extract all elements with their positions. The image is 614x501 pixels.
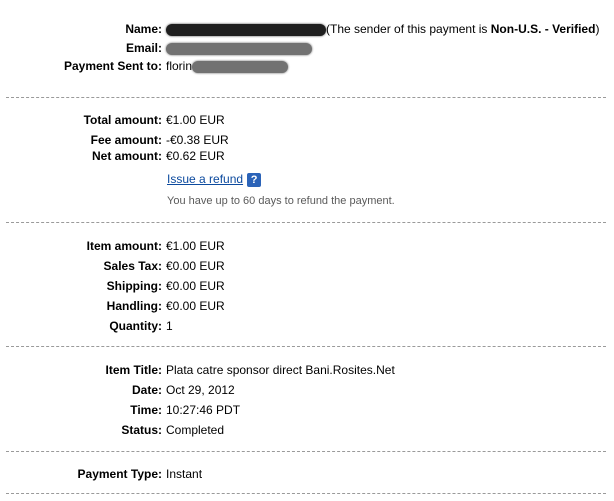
item-title-label: Item Title: (105, 363, 162, 377)
sender-name-value: (The sender of this payment is Non-U.S. … (166, 20, 599, 38)
handling-value: €0.00 EUR (166, 299, 225, 313)
total-amount-value: €1.00 EUR (166, 113, 225, 127)
quantity-label: Quantity: (109, 319, 162, 333)
payment-sent-to-row: Payment Sent to: florin (0, 57, 614, 75)
date-row: Date: Oct 29, 2012 (0, 381, 614, 399)
sender-email-row: Email: (0, 39, 614, 57)
item-amount-value: €1.00 EUR (166, 239, 225, 253)
email-label: Email: (125, 41, 162, 55)
redacted-email-scribble (166, 42, 312, 55)
time-value: 10:27:46 PDT (166, 403, 241, 417)
section-divider (6, 222, 606, 223)
sender-email-value (166, 39, 312, 57)
section-divider (6, 97, 606, 98)
redacted-recipient-scribble (192, 60, 289, 73)
sales-tax-row: Sales Tax: €0.00 EUR (0, 257, 614, 275)
status-row: Status: Completed (0, 421, 614, 439)
payment-type-label: Payment Type: (77, 467, 162, 481)
section-divider (6, 493, 606, 494)
time-label: Time: (130, 403, 162, 417)
issue-refund-link[interactable]: Issue a refund (167, 172, 243, 186)
shipping-row: Shipping: €0.00 EUR (0, 277, 614, 295)
payment-sent-to-label: Payment Sent to: (63, 59, 162, 73)
refund-row: Issue a refund? (0, 170, 614, 188)
refund-note: You have up to 60 days to refund the pay… (167, 195, 395, 207)
net-amount-value: €0.62 EUR (166, 149, 225, 163)
date-value: Oct 29, 2012 (166, 383, 235, 397)
sender-note-suffix: ) (595, 22, 600, 36)
item-title-value: Plata catre sponsor direct Bani.Rosites.… (166, 363, 395, 377)
sales-tax-label: Sales Tax: (103, 259, 162, 273)
sender-note-prefix: (The sender of this payment is (326, 22, 491, 36)
total-amount-row: Total amount: €1.00 EUR (0, 111, 614, 129)
quantity-row: Quantity: 1 (0, 317, 614, 335)
time-row: Time: 10:27:46 PDT (0, 401, 614, 419)
item-amount-label: Item amount: (86, 239, 162, 253)
quantity-value: 1 (166, 319, 173, 333)
total-amount-label: Total amount: (83, 113, 162, 127)
net-amount-row: Net amount: €0.62 EUR (0, 147, 614, 165)
shipping-value: €0.00 EUR (166, 279, 225, 293)
help-icon[interactable]: ? (247, 172, 262, 187)
status-value: Completed (166, 423, 225, 437)
status-label: Status: (121, 423, 162, 437)
refund-note-row: You have up to 60 days to refund the pay… (0, 192, 614, 210)
payment-sent-to-visible-text: florin (166, 59, 193, 73)
date-label: Date: (131, 383, 162, 397)
name-label: Name: (125, 22, 162, 36)
shipping-label: Shipping: (106, 279, 162, 293)
redacted-name-scribble (166, 23, 326, 36)
payment-sent-to-value: florin (166, 57, 289, 75)
sender-name-row: Name: (The sender of this payment is Non… (0, 20, 614, 38)
sender-verification-status: Non-U.S. - Verified (490, 22, 596, 36)
payment-type-row: Payment Type: Instant (0, 465, 614, 483)
net-amount-label: Net amount: (92, 149, 162, 163)
item-amount-row: Item amount: €1.00 EUR (0, 237, 614, 255)
handling-label: Handling: (106, 299, 162, 313)
handling-row: Handling: €0.00 EUR (0, 297, 614, 315)
section-divider (6, 346, 606, 347)
item-title-row: Item Title: Plata catre sponsor direct B… (0, 361, 614, 379)
section-divider (6, 451, 606, 452)
payment-type-value: Instant (166, 467, 203, 481)
sales-tax-value: €0.00 EUR (166, 259, 225, 273)
